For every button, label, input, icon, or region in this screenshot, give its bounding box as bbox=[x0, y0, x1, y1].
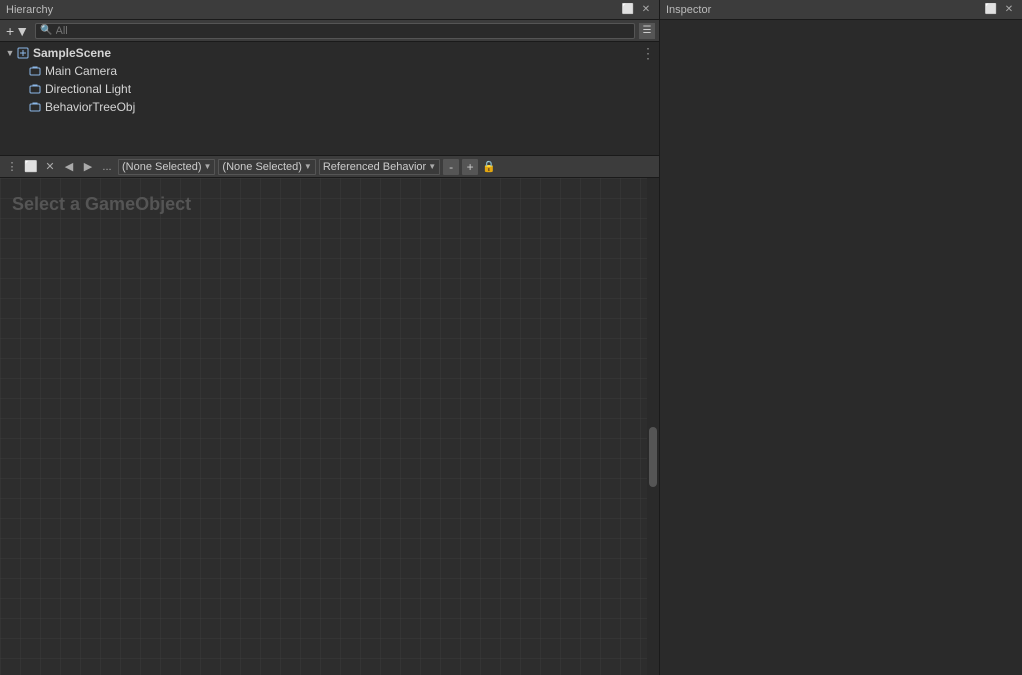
hierarchy-item-label-2: Directional Light bbox=[45, 82, 131, 96]
behavior-lock-button[interactable]: 🔒 bbox=[481, 159, 497, 175]
dropdown-arrow-2: ▼ bbox=[304, 162, 312, 171]
inspector-panel: Inspector ⬜ ✕ bbox=[660, 0, 1022, 675]
none-selected-1-label: (None Selected) bbox=[122, 161, 202, 173]
search-icon: 🔍 bbox=[40, 25, 52, 36]
dropdown-arrow-3: ▼ bbox=[428, 162, 436, 171]
behavior-panel-close-button[interactable]: ✕ bbox=[42, 159, 58, 175]
hierarchy-search-bar: 🔍 bbox=[35, 23, 635, 39]
behavior-tree-header: ⋮ ⬜ ✕ ◀ ▶ ... (None Selected) ▼ (None Se… bbox=[0, 156, 659, 178]
hierarchy-header-icons: ⬜ ✕ bbox=[621, 3, 653, 17]
inspector-maximize-button[interactable]: ⬜ bbox=[984, 3, 998, 17]
referenced-behavior-dropdown[interactable]: Referenced Behavior ▼ bbox=[319, 159, 440, 175]
hierarchy-item-label-3: BehaviorTreeObj bbox=[45, 100, 135, 114]
behavior-nav-prev-button[interactable]: ◀ bbox=[61, 159, 77, 175]
hierarchy-content: ▼ SampleScene ⋮ bbox=[0, 42, 659, 155]
none-selected-2-label: (None Selected) bbox=[222, 161, 302, 173]
scene-icon bbox=[16, 46, 30, 60]
behavior-panel-dots-button[interactable]: ⋮ bbox=[4, 159, 20, 175]
inspector-header: Inspector ⬜ ✕ bbox=[660, 0, 1022, 20]
hierarchy-title: Hierarchy bbox=[6, 4, 621, 16]
behavior-tree-panel: ⋮ ⬜ ✕ ◀ ▶ ... (None Selected) ▼ (None Se… bbox=[0, 155, 659, 675]
behavior-minus-button[interactable]: - bbox=[443, 159, 459, 175]
hierarchy-item-main-camera[interactable]: Main Camera bbox=[0, 62, 659, 80]
behavior-none-selected-1-dropdown[interactable]: (None Selected) ▼ bbox=[118, 159, 215, 175]
add-dropdown-arrow: ▼ bbox=[15, 23, 29, 39]
inspector-content bbox=[660, 20, 1022, 675]
inspector-close-button[interactable]: ✕ bbox=[1002, 3, 1016, 17]
hierarchy-search-input[interactable] bbox=[56, 25, 631, 37]
hierarchy-item-directional-light[interactable]: Directional Light bbox=[0, 80, 659, 98]
hierarchy-toolbar: + ▼ 🔍 ☰ bbox=[0, 20, 659, 42]
hierarchy-item-label: Main Camera bbox=[45, 64, 117, 78]
hierarchy-panel: Hierarchy ⬜ ✕ + ▼ 🔍 ☰ ▼ bbox=[0, 0, 659, 155]
select-gameobject-text: Select a GameObject bbox=[12, 194, 191, 215]
game-object-icon bbox=[28, 64, 42, 78]
behavior-nav-next-button[interactable]: ▶ bbox=[80, 159, 96, 175]
inspector-header-icons: ⬜ ✕ bbox=[984, 3, 1016, 17]
behavior-plus-button[interactable]: + bbox=[462, 159, 478, 175]
scene-menu-icon[interactable]: ⋮ bbox=[641, 45, 655, 62]
inspector-title: Inspector bbox=[666, 4, 984, 16]
hierarchy-header: Hierarchy ⬜ ✕ bbox=[0, 0, 659, 20]
referenced-behavior-label: Referenced Behavior bbox=[323, 161, 426, 173]
behavior-panel-maximize-button[interactable]: ⬜ bbox=[23, 159, 39, 175]
scrollbar-track bbox=[647, 178, 659, 675]
hierarchy-filter-button[interactable]: ☰ bbox=[639, 23, 655, 39]
grid-background bbox=[0, 178, 659, 675]
game-object-icon-2 bbox=[28, 82, 42, 96]
plus-icon: + bbox=[6, 23, 14, 39]
behavior-tree-content: Select a GameObject bbox=[0, 178, 659, 675]
scene-expand-arrow: ▼ bbox=[4, 48, 16, 58]
scene-item-samplescene[interactable]: ▼ SampleScene ⋮ bbox=[0, 44, 659, 62]
hierarchy-maximize-button[interactable]: ⬜ bbox=[621, 3, 635, 17]
hierarchy-item-behavior-tree-obj[interactable]: BehaviorTreeObj bbox=[0, 98, 659, 116]
scene-name-label: SampleScene bbox=[33, 46, 111, 60]
dropdown-arrow-1: ▼ bbox=[204, 162, 212, 171]
game-object-icon-3 bbox=[28, 100, 42, 114]
behavior-nav-dots-button[interactable]: ... bbox=[99, 159, 115, 175]
hierarchy-close-button[interactable]: ✕ bbox=[639, 3, 653, 17]
behavior-none-selected-2-dropdown[interactable]: (None Selected) ▼ bbox=[218, 159, 315, 175]
scrollbar-thumb[interactable] bbox=[649, 427, 657, 487]
hierarchy-add-button[interactable]: + ▼ bbox=[4, 23, 31, 39]
left-panel: Hierarchy ⬜ ✕ + ▼ 🔍 ☰ ▼ bbox=[0, 0, 660, 675]
